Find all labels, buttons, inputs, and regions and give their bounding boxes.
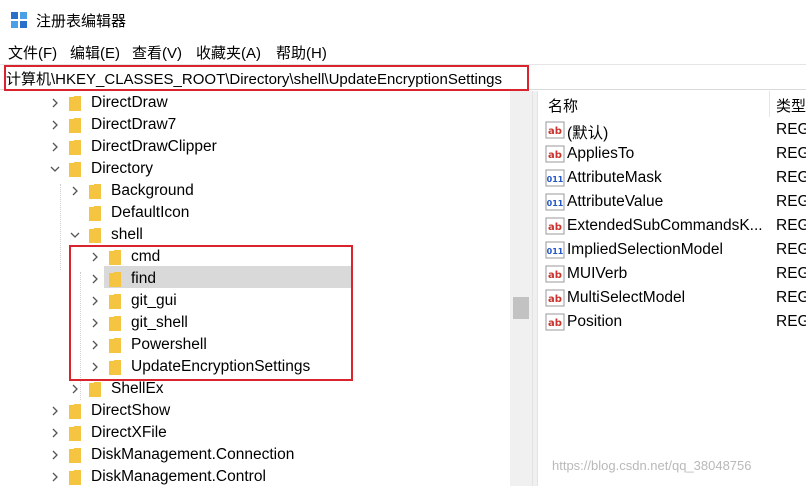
string-value-icon: ab (545, 121, 565, 139)
chevron-right-icon[interactable] (70, 384, 80, 394)
value-name: (默认) (567, 125, 609, 142)
tree-item-label[interactable]: DirectDrawClipper (91, 138, 217, 156)
svg-text:ab: ab (548, 318, 562, 329)
value-row[interactable]: ab MultiSelectModel REG_ (538, 287, 806, 309)
tree-scrollbar-thumb[interactable] (513, 297, 529, 319)
chevron-right-icon[interactable] (50, 120, 60, 130)
string-value-icon: ab (545, 145, 565, 163)
folder-icon (69, 96, 81, 111)
tree-item-label[interactable]: DirectShow (91, 402, 170, 420)
folder-icon (69, 162, 81, 177)
value-row[interactable]: ab (默认) REG_ (538, 119, 806, 142)
svg-text:ab: ab (548, 150, 562, 161)
title-bar: 注册表编辑器 (0, 0, 806, 40)
chevron-right-icon[interactable] (50, 450, 60, 460)
value-row[interactable]: ab MUIVerb REG_ (538, 263, 806, 285)
chevron-right-icon[interactable] (50, 98, 60, 108)
value-row[interactable]: 011AttributeMask REG_ (538, 167, 806, 189)
column-header-name[interactable]: 名称 (548, 91, 578, 117)
value-type: REG_ (776, 265, 806, 282)
svg-text:011: 011 (547, 247, 564, 256)
folder-icon (89, 184, 101, 199)
svg-text:ab: ab (548, 294, 562, 305)
value-row[interactable]: ab AppliesTo REG_ (538, 143, 806, 165)
folder-icon (89, 206, 101, 221)
value-name: AppliesTo (567, 145, 635, 162)
folder-icon (89, 228, 101, 243)
value-name: AttributeMask (567, 169, 662, 186)
tree-guide-line (60, 184, 61, 270)
value-type: REG_ (776, 313, 806, 330)
value-name: AttributeValue (567, 193, 664, 210)
svg-text:ab: ab (548, 270, 562, 281)
folder-icon (69, 118, 81, 133)
menu-favorites[interactable]: 收藏夹(A) (196, 42, 261, 63)
binary-value-icon: 011 (545, 241, 565, 259)
value-name: Position (567, 313, 623, 330)
value-type: REG_ (776, 289, 806, 306)
tree-item-label[interactable]: DiskManagement.Connection (91, 446, 294, 464)
value-row[interactable]: ab ExtendedSubCommandsK... REG_ (538, 215, 806, 237)
value-type: REG_ (776, 217, 806, 234)
value-type: REG_ (776, 169, 806, 186)
value-row[interactable]: 011AttributeValue REG_ (538, 191, 806, 213)
chevron-right-icon[interactable] (50, 406, 60, 416)
menu-file[interactable]: 文件(F) (8, 42, 57, 63)
svg-text:011: 011 (547, 199, 564, 208)
values-pane: 名称 类型 ab(默认)REG_abAppliesToREG_011Attrib… (538, 91, 806, 486)
value-row[interactable]: ab Position REG_ (538, 311, 806, 333)
binary-value-icon: 011 (545, 169, 565, 187)
tree-item-label[interactable]: DirectDraw (91, 94, 168, 112)
folder-icon (69, 448, 81, 463)
watermark: https://blog.csdn.net/qq_38048756 (552, 458, 752, 473)
binary-value-icon: 011 (545, 193, 565, 211)
menu-help[interactable]: 帮助(H) (276, 42, 327, 63)
svg-text:ab: ab (548, 126, 562, 137)
value-type: REG_ (776, 193, 806, 210)
chevron-right-icon[interactable] (50, 472, 60, 482)
registry-editor-icon (11, 12, 27, 28)
value-name: MultiSelectModel (567, 289, 686, 306)
folder-icon (69, 404, 81, 419)
menu-bar: 文件(F) 编辑(E) 查看(V) 收藏夹(A) 帮助(H) (0, 40, 806, 64)
folder-icon (69, 470, 81, 485)
value-name: ImpliedSelectionModel (567, 241, 723, 258)
tree-item-label[interactable]: DiskManagement.Control (91, 468, 266, 486)
menu-view[interactable]: 查看(V) (132, 42, 182, 63)
address-highlight-box (4, 65, 529, 91)
tree-item-label[interactable]: ShellEx (111, 380, 164, 398)
chevron-right-icon[interactable] (70, 186, 80, 196)
tree-item-label[interactable]: Directory (91, 160, 153, 178)
folder-icon (89, 382, 101, 397)
tree-item-label[interactable]: DefaultIcon (111, 204, 189, 222)
chevron-down-icon[interactable] (70, 230, 80, 240)
value-type: REG_ (776, 121, 806, 138)
tree-item-label[interactable]: DirectXFile (91, 424, 167, 442)
tree-item-label[interactable]: Background (111, 182, 194, 200)
value-name: ExtendedSubCommandsK... (567, 217, 763, 234)
chevron-right-icon[interactable] (50, 142, 60, 152)
tree-item-label[interactable]: shell (111, 226, 143, 244)
chevron-down-icon[interactable] (50, 164, 60, 174)
value-type: REG_ (776, 241, 806, 258)
folder-icon (69, 426, 81, 441)
value-type: REG_ (776, 145, 806, 162)
chevron-right-icon[interactable] (50, 428, 60, 438)
shell-subkeys-highlight-box (69, 245, 353, 381)
svg-text:011: 011 (547, 175, 564, 184)
menu-edit[interactable]: 编辑(E) (70, 42, 120, 63)
string-value-icon: ab (545, 217, 565, 235)
tree-item-label[interactable]: DirectDraw7 (91, 116, 176, 134)
value-row[interactable]: 011ImpliedSelectionModel REG_ (538, 239, 806, 261)
folder-icon (69, 140, 81, 155)
svg-text:ab: ab (548, 222, 562, 233)
string-value-icon: ab (545, 289, 565, 307)
string-value-icon: ab (545, 313, 565, 331)
value-name: MUIVerb (567, 265, 628, 282)
window-title: 注册表编辑器 (36, 13, 127, 30)
string-value-icon: ab (545, 265, 565, 283)
tree-scrollbar[interactable] (510, 91, 532, 486)
column-separator[interactable] (769, 91, 770, 117)
column-header-type[interactable]: 类型 (776, 91, 806, 117)
